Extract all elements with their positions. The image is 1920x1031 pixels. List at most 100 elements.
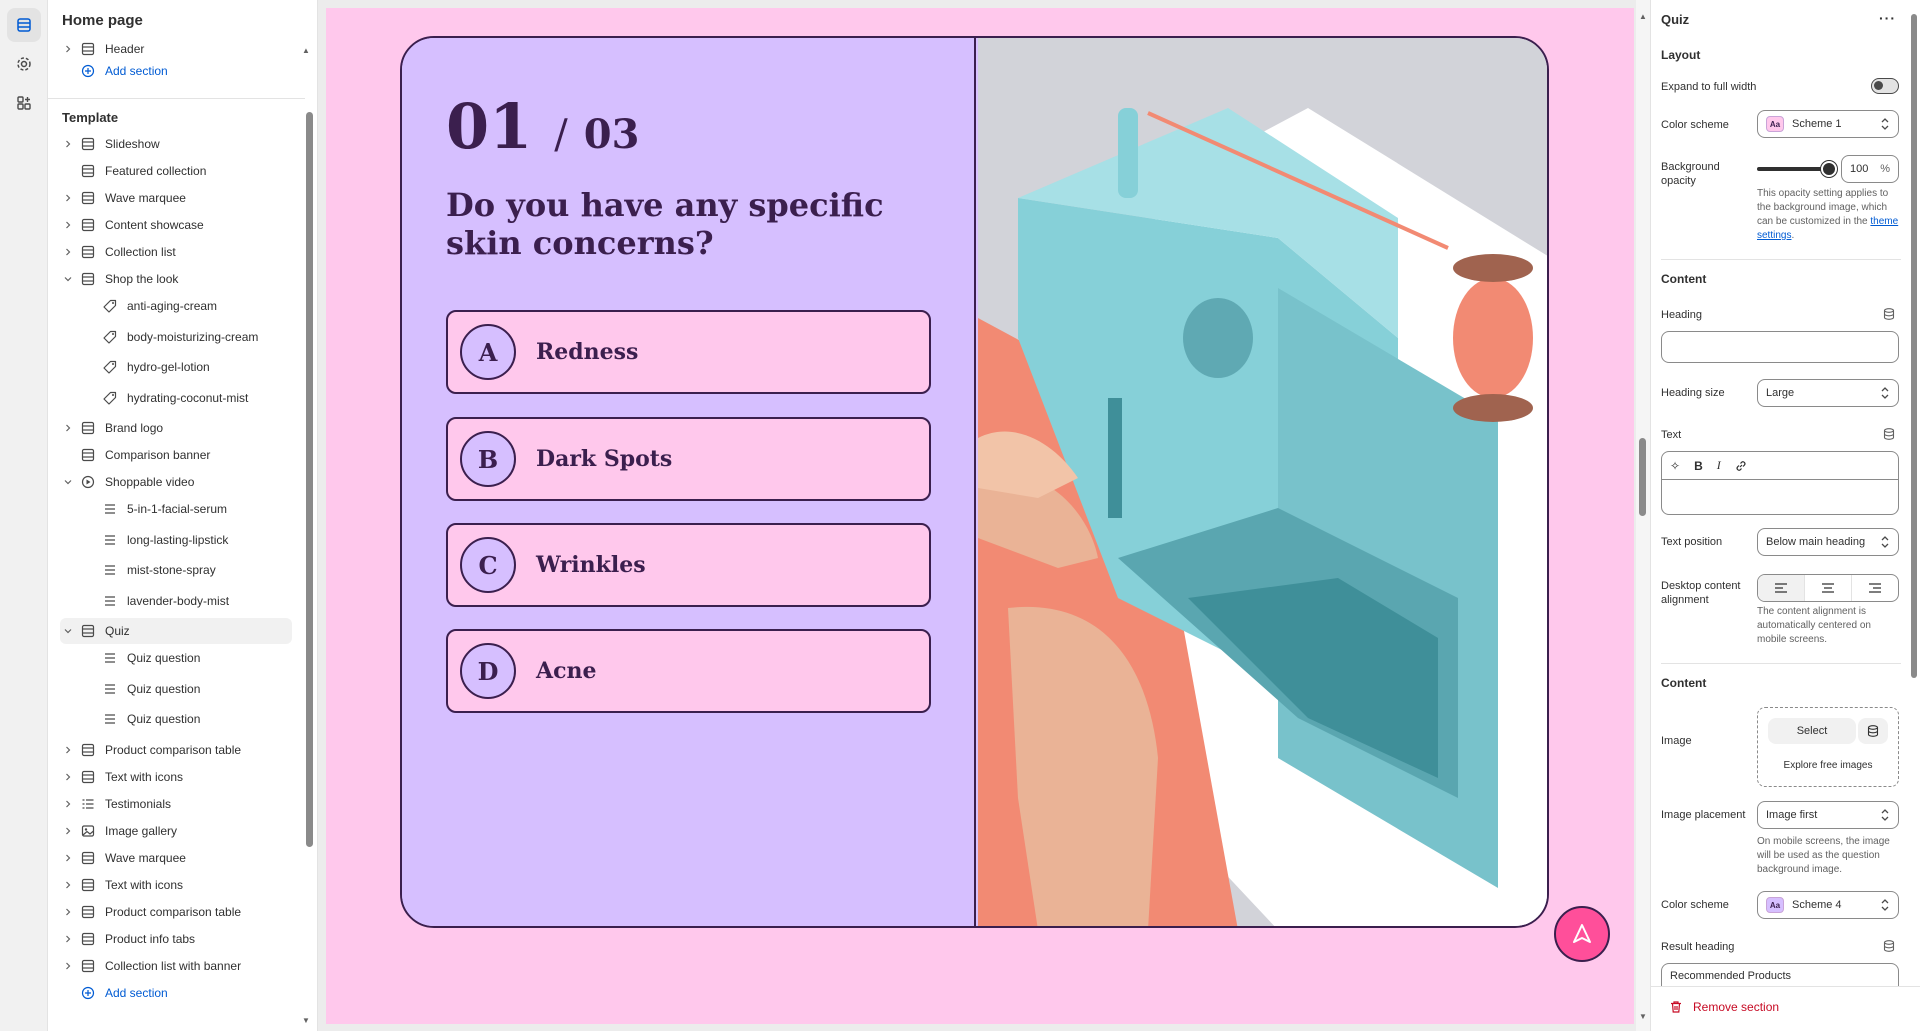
chevron-right-icon[interactable] xyxy=(60,877,76,893)
preview-scrollbar[interactable]: ▲ ▼ xyxy=(1636,0,1650,1031)
section-item[interactable]: Comparison banner xyxy=(60,442,292,468)
section-item[interactable]: Collection list xyxy=(60,239,292,265)
italic-icon[interactable]: I xyxy=(1717,458,1721,473)
item-label: Product comparison table xyxy=(105,742,242,757)
scroll-down-icon[interactable]: ▼ xyxy=(302,1016,310,1025)
chevron-right-icon[interactable] xyxy=(60,931,76,947)
chevron-right-icon[interactable] xyxy=(60,769,76,785)
block-item[interactable]: body-moisturizing-cream xyxy=(60,324,292,350)
chevron-right-icon[interactable] xyxy=(60,823,76,839)
add-section-button[interactable]: Add section xyxy=(60,58,292,84)
opacity-slider-track[interactable] xyxy=(1757,167,1827,171)
chevron-right-icon[interactable] xyxy=(60,136,76,152)
gear-icon[interactable] xyxy=(7,47,41,81)
dynamic-source-icon[interactable] xyxy=(1883,308,1895,320)
chevron-right-icon[interactable] xyxy=(60,796,76,812)
select-image-button[interactable]: Select xyxy=(1768,718,1856,744)
heading-input[interactable] xyxy=(1661,331,1899,363)
settings-scrollbar[interactable] xyxy=(1911,14,1917,678)
block-item[interactable]: hydrating-coconut-mist xyxy=(60,385,292,411)
dynamic-source-icon[interactable] xyxy=(1858,718,1888,744)
section-item[interactable]: Quiz xyxy=(60,618,292,644)
section-item[interactable]: Brand logo xyxy=(60,415,292,441)
item-label: 5-in-1-facial-serum xyxy=(127,502,228,516)
dynamic-source-icon[interactable] xyxy=(1883,940,1895,952)
section-item[interactable]: Collection list with banner xyxy=(60,953,292,979)
scroll-down-icon[interactable]: ▼ xyxy=(1639,1012,1647,1021)
section-item[interactable]: Product comparison table xyxy=(60,899,292,925)
chevron-right-icon[interactable] xyxy=(60,850,76,866)
chevron-down-icon[interactable] xyxy=(60,474,76,490)
block-item[interactable]: lavender-body-mist xyxy=(60,588,292,614)
section-item[interactable]: Shop the look xyxy=(60,266,292,292)
ai-sparkle-icon[interactable]: ✧ xyxy=(1670,459,1680,473)
section-icon xyxy=(80,904,96,920)
sections-icon[interactable] xyxy=(7,8,41,42)
answer-option[interactable]: C Wrinkles xyxy=(446,523,931,607)
section-item[interactable]: Shoppable video xyxy=(60,469,292,495)
answer-option[interactable]: A Redness xyxy=(446,310,931,394)
align-left-icon[interactable] xyxy=(1758,575,1805,601)
section-item[interactable]: Slideshow xyxy=(60,131,292,157)
text-editor[interactable]: ✧ B I xyxy=(1661,451,1899,515)
chevron-right-icon[interactable] xyxy=(60,420,76,436)
heading-size-select[interactable]: Large xyxy=(1757,379,1899,407)
tag-icon xyxy=(102,329,118,345)
chevron-right-icon[interactable] xyxy=(60,244,76,260)
section-item[interactable]: Content showcase xyxy=(60,212,292,238)
add-section-button[interactable]: Add section xyxy=(60,980,292,1006)
chevron-down-icon[interactable] xyxy=(60,623,76,639)
chevron-right-icon[interactable] xyxy=(60,904,76,920)
block-item[interactable]: 5-in-1-facial-serum xyxy=(60,496,292,522)
link-icon[interactable] xyxy=(1735,460,1747,472)
dynamic-source-icon[interactable] xyxy=(1883,428,1895,440)
answer-option[interactable]: D Acne xyxy=(446,629,931,713)
chevron-right-icon[interactable] xyxy=(60,742,76,758)
chevron-right-icon[interactable] xyxy=(60,41,76,57)
section-item[interactable]: Text with icons xyxy=(60,764,292,790)
scroll-thumb[interactable] xyxy=(1639,438,1646,516)
section-item[interactable]: Product comparison table xyxy=(60,737,292,763)
chevron-right-icon[interactable] xyxy=(60,958,76,974)
color-scheme-select[interactable]: Aa Scheme 1 xyxy=(1757,110,1899,138)
align-right-icon[interactable] xyxy=(1852,575,1898,601)
chevron-down-icon[interactable] xyxy=(60,271,76,287)
block-item[interactable]: Quiz question xyxy=(60,706,292,732)
block-item[interactable]: hydro-gel-lotion xyxy=(60,354,292,380)
opacity-slider-handle[interactable] xyxy=(1821,161,1837,177)
block-item[interactable]: Quiz question xyxy=(60,676,292,702)
section-item[interactable]: Testimonials xyxy=(60,791,292,817)
trash-icon xyxy=(1671,1001,1681,1013)
color-scheme-select-2[interactable]: Aa Scheme 4 xyxy=(1757,891,1899,919)
bold-icon[interactable]: B xyxy=(1694,459,1703,473)
section-item[interactable]: Image gallery xyxy=(60,818,292,844)
apps-icon[interactable] xyxy=(7,86,41,120)
scroll-up-icon[interactable]: ▲ xyxy=(302,46,310,55)
block-item[interactable]: anti-aging-cream xyxy=(60,293,292,319)
block-item[interactable]: Quiz question xyxy=(60,645,292,671)
explore-free-images-link[interactable]: Explore free images xyxy=(1758,760,1898,771)
text-position-select[interactable]: Below main heading xyxy=(1757,528,1899,556)
chevron-right-icon[interactable] xyxy=(60,217,76,233)
section-item[interactable]: Product info tabs xyxy=(60,926,292,952)
block-item[interactable]: long-lasting-lipstick xyxy=(60,527,292,553)
align-center-icon[interactable] xyxy=(1805,575,1852,601)
result-heading-input[interactable]: Recommended Products xyxy=(1661,963,1899,987)
left-scrollbar[interactable] xyxy=(306,112,313,847)
block-item[interactable]: mist-stone-spray xyxy=(60,557,292,583)
more-options-icon[interactable]: ··· xyxy=(1879,10,1896,26)
opacity-input[interactable]: 100 % xyxy=(1841,155,1899,183)
remove-section-button[interactable]: Remove section xyxy=(1669,1000,1779,1014)
image-placement-select[interactable]: Image first xyxy=(1757,801,1899,829)
section-item[interactable]: Text with icons xyxy=(60,872,292,898)
scroll-up-icon[interactable]: ▲ xyxy=(1639,12,1647,21)
expand-toggle[interactable] xyxy=(1871,78,1899,94)
navigate-button[interactable] xyxy=(1554,906,1610,962)
chevron-right-icon[interactable] xyxy=(60,190,76,206)
section-item[interactable]: Wave marquee xyxy=(60,845,292,871)
preview-canvas: 01 / 03 Do you have any specific skin co… xyxy=(318,0,1650,1031)
section-item[interactable]: Featured collection xyxy=(60,158,292,184)
section-icon xyxy=(80,271,96,287)
section-item[interactable]: Wave marquee xyxy=(60,185,292,211)
answer-option[interactable]: B Dark Spots xyxy=(446,417,931,501)
